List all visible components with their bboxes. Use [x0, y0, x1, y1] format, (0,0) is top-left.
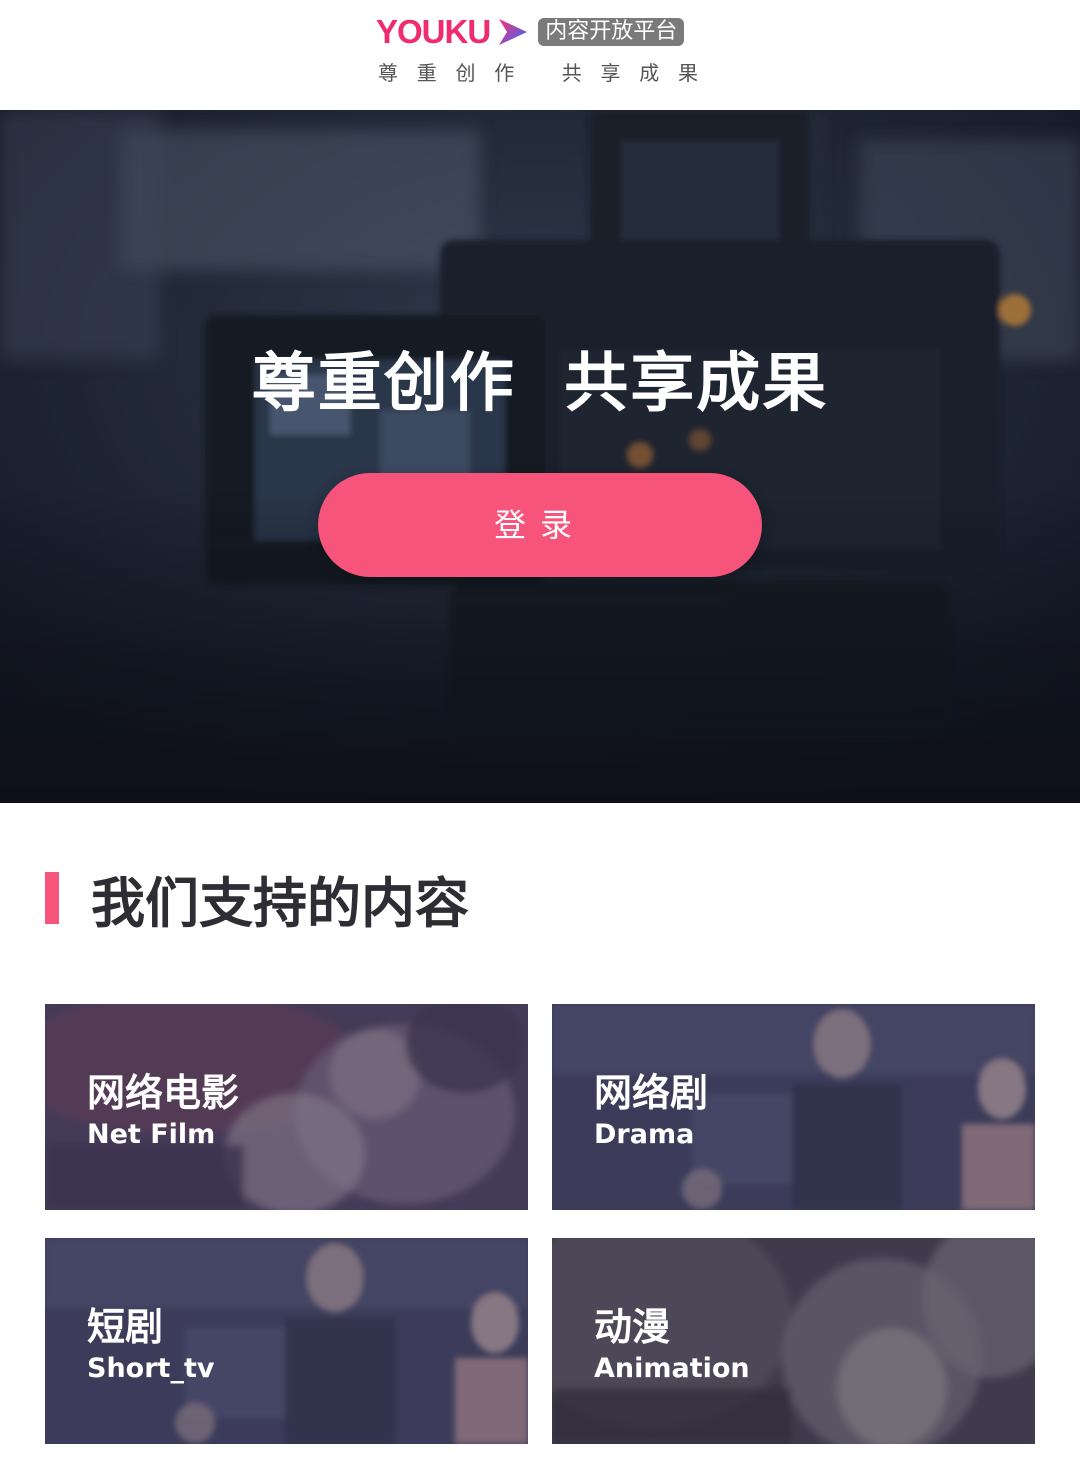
card-subtitle: Net Film	[87, 1119, 216, 1150]
youku-logo[interactable]: YOUKU 内容开放平台	[376, 12, 685, 52]
platform-badge: 内容开放平台	[538, 18, 685, 46]
card-short-tv[interactable]: 短剧 Short_tv	[45, 1238, 528, 1444]
card-subtitle: Short_tv	[87, 1353, 215, 1384]
slogan-char: 成	[639, 61, 670, 85]
slogan-char: 共	[561, 61, 592, 85]
slogan-char: 果	[678, 61, 708, 85]
card-subtitle: Animation	[594, 1353, 750, 1384]
card-net-film[interactable]: 网络电影 Net Film	[45, 1004, 528, 1210]
card-title: 短剧	[87, 1305, 164, 1349]
hero-banner: 尊重创作 共享成果 登录	[0, 110, 1080, 803]
header-slogan: 尊 重 创 作 共 享 成 果	[378, 57, 708, 86]
play-arrow-icon	[499, 19, 528, 45]
top-header: YOUKU 内容开放平台 尊 重 创 作 共 享 成 果	[0, 0, 1080, 110]
card-title: 网络电影	[87, 1071, 240, 1115]
slogan-char: 创	[455, 61, 486, 85]
slogan-char: 重	[416, 61, 447, 85]
section-title: 我们支持的内容	[91, 871, 469, 935]
logo-wordmark: YOUKU	[376, 13, 491, 50]
login-button[interactable]: 登录	[318, 473, 762, 577]
section-header: 我们支持的内容	[45, 865, 469, 935]
hero-camera-image	[0, 110, 1080, 803]
slogan-spacer	[533, 57, 553, 86]
card-subtitle: Drama	[594, 1119, 695, 1150]
hero-title: 尊重创作 共享成果	[251, 347, 829, 421]
card-title: 网络剧	[594, 1071, 709, 1115]
section-accent-bar	[45, 872, 59, 924]
slogan-char: 享	[600, 61, 631, 85]
card-title: 动漫	[594, 1305, 671, 1349]
card-drama[interactable]: 网络剧 Drama	[552, 1004, 1035, 1210]
slogan-char: 作	[494, 61, 525, 85]
slogan-char: 尊	[378, 61, 408, 85]
card-animation[interactable]: 动漫 Animation	[552, 1238, 1035, 1444]
